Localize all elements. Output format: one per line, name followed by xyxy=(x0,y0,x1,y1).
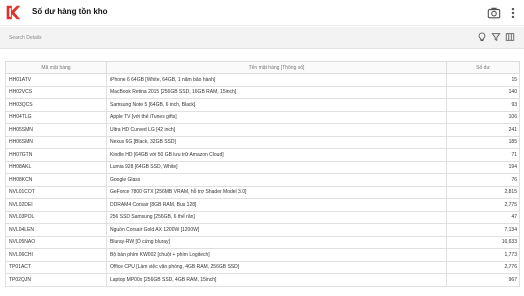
column-header-name[interactable]: Tên mặt hàng [Thông số] xyxy=(106,61,447,74)
item-name-cell: Bộ bàn phím KW002 [chuột + phím Logitech… xyxy=(106,248,447,262)
item-code-cell: HH08KCN xyxy=(5,173,107,187)
table-row[interactable]: HH01ATV iPhone 6 64GB [White, 64GB, 1 năm… xyxy=(5,73,520,87)
item-name-cell: Google Glass xyxy=(106,173,447,187)
item-code-cell: HH07GTN xyxy=(5,148,107,162)
table-row[interactable]: NVL04LEN Nguồn Corsair Gold AX 1200W [120… xyxy=(5,223,520,237)
item-code-cell: NVL03POL xyxy=(5,210,107,224)
item-code-cell: NVL06CHI xyxy=(5,248,107,262)
item-name-cell: MacBook Retina 2015 [256GB SSD, 16GB RAM… xyxy=(106,85,447,99)
balance-cell: 106 xyxy=(446,110,520,124)
balance-cell: 1,773 xyxy=(446,248,520,262)
table-row[interactable]: NVL05NAO Bluray-RW [Ổ cứng bluray] 16,633 xyxy=(5,235,520,249)
balance-cell: 71 xyxy=(446,148,520,162)
table-row[interactable]: NVL06CHI Bộ bàn phím KW002 [chuột + phím … xyxy=(5,248,520,262)
table-row[interactable]: HH02VCS MacBook Retina 2015 [256GB SSD, 1… xyxy=(5,85,520,99)
item-name-cell: Samsung Note 5 [64GB, 6 inch, Black] xyxy=(106,98,447,112)
table-row[interactable]: HH06SMN Nexus 6G [Black, 32GB SSD] 185 xyxy=(5,135,520,149)
column-header-code[interactable]: Mã mặt hàng xyxy=(5,61,107,74)
item-code-cell: HH06SMN xyxy=(5,135,107,149)
item-name-cell: Bluray-RW [Ổ cứng bluray] xyxy=(106,235,447,249)
item-code-cell: HH04TLG xyxy=(5,110,107,124)
table-row[interactable]: TP02QJN Laptop MP00x [256GB SSD, 4GB RAM,… xyxy=(5,273,520,287)
balance-cell: 15 xyxy=(446,73,520,87)
item-name-cell: Ultra HD Curved LG [42 inch] xyxy=(106,123,447,137)
table-row[interactable]: HH08KCN Google Glass 76 xyxy=(5,173,520,187)
table-header-row: Mã mặt hàng Tên mặt hàng [Thông số] Số d… xyxy=(5,61,520,74)
column-header-balance[interactable]: Số dư xyxy=(446,61,520,74)
item-name-cell: Laptop MP00x [256GB SSD, 4GB RAM, 15inch… xyxy=(106,273,447,287)
more-vertical-icon[interactable] xyxy=(506,6,520,20)
brand-logo-icon xyxy=(5,4,22,21)
item-name-cell: GeForce 7800 GTX [256MB VRAM, hỗ trợ Sha… xyxy=(106,185,447,199)
table-row[interactable]: HH08AKL Lumia 928 [64GB SSD, White] 194 xyxy=(5,160,520,174)
item-code-cell: TP01ACT xyxy=(5,260,107,274)
item-code-cell: NVL02DEI xyxy=(5,198,107,212)
balance-cell: 2,776 xyxy=(446,260,520,274)
filter-icon[interactable] xyxy=(491,32,501,42)
item-code-cell: HH05SMN xyxy=(5,123,107,137)
item-name-cell: DDRAM4 Corsair [8GB RAM, Bus 128] xyxy=(106,198,447,212)
table-row[interactable]: HH05SMN Ultra HD Curved LG [42 inch] 241 xyxy=(5,123,520,137)
item-code-cell: HH02VCS xyxy=(5,85,107,99)
item-name-cell: Lumia 928 [64GB SSD, White] xyxy=(106,160,447,174)
table-row[interactable]: NVL02DEI DDRAM4 Corsair [8GB RAM, Bus 128… xyxy=(5,198,520,212)
balance-cell: 2,815 xyxy=(446,185,520,199)
item-name-cell: iPhone 6 64GB [White, 64GB, 1 năm bảo hà… xyxy=(106,73,447,87)
item-code-cell: NVL04LEN xyxy=(5,223,107,237)
balance-cell: 16,633 xyxy=(446,235,520,249)
table-row[interactable]: NVL03POL 256 SSD Samsung [256GB, 6 thế ră… xyxy=(5,210,520,224)
table-row[interactable]: HH07GTN Kindle HD [64GB với 50 GB lưu trữ… xyxy=(5,148,520,162)
balance-cell: 140 xyxy=(446,85,520,99)
app-header: Số dư hàng tồn kho xyxy=(0,0,524,26)
camera-icon[interactable] xyxy=(487,6,501,20)
item-code-cell: HH01ATV xyxy=(5,73,107,87)
balance-cell: 194 xyxy=(446,160,520,174)
search-input[interactable]: Search Details xyxy=(9,33,439,43)
table-row[interactable]: HH04TLG Apple TV [với thẻ iTunes gifts] 10… xyxy=(5,110,520,124)
item-code-cell: HH08AKL xyxy=(5,160,107,174)
table-row[interactable]: NVL01COT GeForce 7800 GTX [256MB VRAM, hỗ… xyxy=(5,185,520,199)
table-row[interactable]: TP01ACT Office CPU [Làm việc văn phòng, 4… xyxy=(5,260,520,274)
item-code-cell: TP02QJN xyxy=(5,273,107,287)
item-code-cell: NVL05NAO xyxy=(5,235,107,249)
balance-cell: 967 xyxy=(446,273,520,287)
item-name-cell: Nguồn Corsair Gold AX 1200W [1200W] xyxy=(106,223,447,237)
item-code-cell: NVL01COT xyxy=(5,185,107,199)
balance-cell: 2,775 xyxy=(446,198,520,212)
item-name-cell: Office CPU [Làm việc văn phòng, 4GB RAM,… xyxy=(106,260,447,274)
balance-cell: 76 xyxy=(446,173,520,187)
item-name-cell: Apple TV [với thẻ iTunes gifts] xyxy=(106,110,447,124)
balance-cell: 47 xyxy=(446,210,520,224)
page-title: Số dư hàng tồn kho xyxy=(32,7,108,16)
table-row[interactable]: HH03QCS Samsung Note 5 [64GB, 6 inch, Bla… xyxy=(5,98,520,112)
item-name-cell: Nexus 6G [Black, 32GB SSD] xyxy=(106,135,447,149)
balance-cell: 185 xyxy=(446,135,520,149)
balance-cell: 93 xyxy=(446,98,520,112)
balance-cell: 241 xyxy=(446,123,520,137)
columns-icon[interactable] xyxy=(505,32,515,42)
item-name-cell: 256 SSD Samsung [256GB, 6 thế răn] xyxy=(106,210,447,224)
item-code-cell: HH03QCS xyxy=(5,98,107,112)
balance-cell: 7,134 xyxy=(446,223,520,237)
item-name-cell: Kindle HD [64GB với 50 GB lưu trữ Amazon… xyxy=(106,148,447,162)
lightbulb-icon[interactable] xyxy=(477,32,487,42)
inventory-table: Mã mặt hàng Tên mặt hàng [Thông số] Số d… xyxy=(5,61,520,287)
